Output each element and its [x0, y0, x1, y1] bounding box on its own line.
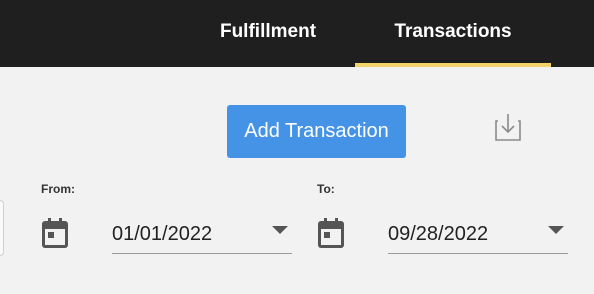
chevron-down-icon [272, 226, 288, 234]
tab-fulfillment-label: Fulfillment [219, 20, 317, 42]
top-nav-bar: Fulfillment Transactions [0, 0, 594, 67]
from-date-value: 01/01/2022 [112, 223, 213, 245]
active-tab-indicator [355, 63, 551, 67]
chevron-down-icon [548, 226, 564, 234]
from-date-select[interactable]: 01/01/2022 [112, 214, 292, 254]
calendar-icon[interactable] [40, 217, 70, 249]
add-transaction-button[interactable]: Add Transaction [227, 105, 406, 158]
from-label: From: [41, 182, 75, 196]
tab-transactions[interactable]: Transactions [355, 0, 551, 67]
to-date-value: 09/28/2022 [388, 223, 489, 245]
calendar-icon[interactable] [316, 217, 346, 249]
to-label: To: [317, 182, 335, 196]
side-panel-edge [0, 200, 4, 256]
tab-transactions-label: Transactions [394, 20, 512, 42]
tab-fulfillment[interactable]: Fulfillment [206, 0, 330, 67]
to-date-select[interactable]: 09/28/2022 [388, 214, 568, 254]
download-icon[interactable] [494, 112, 522, 142]
